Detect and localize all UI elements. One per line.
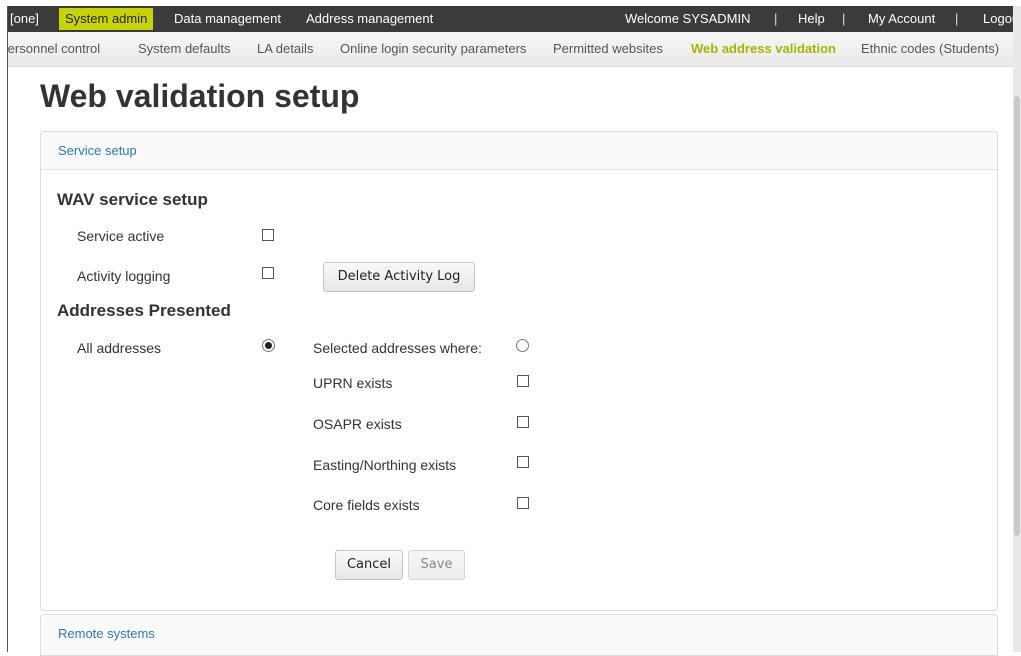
save-button[interactable]: Save	[408, 550, 465, 580]
sub-nav-permitted-websites[interactable]: Permitted websites	[553, 32, 663, 66]
sub-nav-system-defaults[interactable]: System defaults	[138, 32, 231, 66]
remote-systems-panel: Remote systems	[40, 614, 998, 656]
sub-nav-la-details[interactable]: LA details	[257, 32, 313, 66]
welcome-text: Welcome SYSADMIN	[625, 11, 751, 26]
service-setup-header[interactable]: Service setup	[41, 132, 997, 170]
window-left-edge	[7, 6, 8, 652]
uprn-exists-checkbox[interactable]	[517, 375, 529, 387]
core-fields-exists-label: Core fields exists	[313, 497, 420, 513]
all-addresses-radio[interactable]	[262, 339, 275, 352]
top-nav-item-one[interactable]: [one]	[10, 6, 39, 32]
wav-service-setup-heading: WAV service setup	[57, 190, 208, 209]
help-link[interactable]: Help	[798, 6, 825, 32]
page-title: Web validation setup	[40, 78, 360, 114]
sub-nav-ethnic-codes[interactable]: Ethnic codes (Students)	[861, 32, 999, 66]
delete-activity-log-button[interactable]: Delete Activity Log	[323, 262, 475, 292]
all-addresses-label: All addresses	[77, 340, 162, 356]
osapr-exists-label: OSAPR exists	[313, 416, 402, 432]
top-nav-item-address-management[interactable]: Address management	[306, 6, 433, 32]
my-account-link[interactable]: My Account	[868, 6, 935, 32]
remote-systems-header[interactable]: Remote systems	[41, 615, 997, 652]
top-nav-bar: [one] System admin Data management Addre…	[8, 6, 1021, 32]
selected-addresses-label: Selected addresses where:	[313, 340, 482, 356]
nav-separator: |	[842, 11, 846, 26]
service-active-checkbox[interactable]	[262, 229, 274, 241]
osapr-exists-checkbox[interactable]	[517, 416, 529, 428]
selected-addresses-radio[interactable]	[516, 339, 529, 352]
activity-logging-checkbox[interactable]	[262, 267, 274, 279]
top-nav-item-system-admin[interactable]: System admin	[59, 8, 154, 30]
nav-separator: |	[955, 11, 959, 26]
easting-northing-exists-checkbox[interactable]	[517, 456, 529, 468]
scrollbar-thumb[interactable]	[1014, 96, 1020, 536]
service-setup-panel: Service setup WAV service setup Service …	[40, 131, 998, 611]
easting-northing-exists-label: Easting/Northing exists	[313, 457, 457, 473]
sub-nav-bar: Personnel control System defaults LA det…	[8, 32, 1021, 67]
uprn-exists-label: UPRN exists	[313, 375, 393, 391]
sub-nav-online-login-security[interactable]: Online login security parameters	[340, 32, 526, 66]
service-active-label: Service active	[77, 228, 165, 244]
activity-logging-label: Activity logging	[77, 268, 171, 284]
cancel-button[interactable]: Cancel	[335, 550, 403, 580]
vertical-scrollbar[interactable]	[1013, 6, 1021, 652]
sub-nav-personnel-control[interactable]: Personnel control	[8, 32, 100, 66]
sub-nav-web-address-validation[interactable]: Web address validation	[691, 32, 836, 66]
top-nav-item-data-management[interactable]: Data management	[174, 6, 281, 32]
addresses-presented-heading: Addresses Presented	[57, 301, 231, 320]
nav-separator: |	[774, 11, 778, 26]
core-fields-exists-checkbox[interactable]	[517, 497, 529, 509]
